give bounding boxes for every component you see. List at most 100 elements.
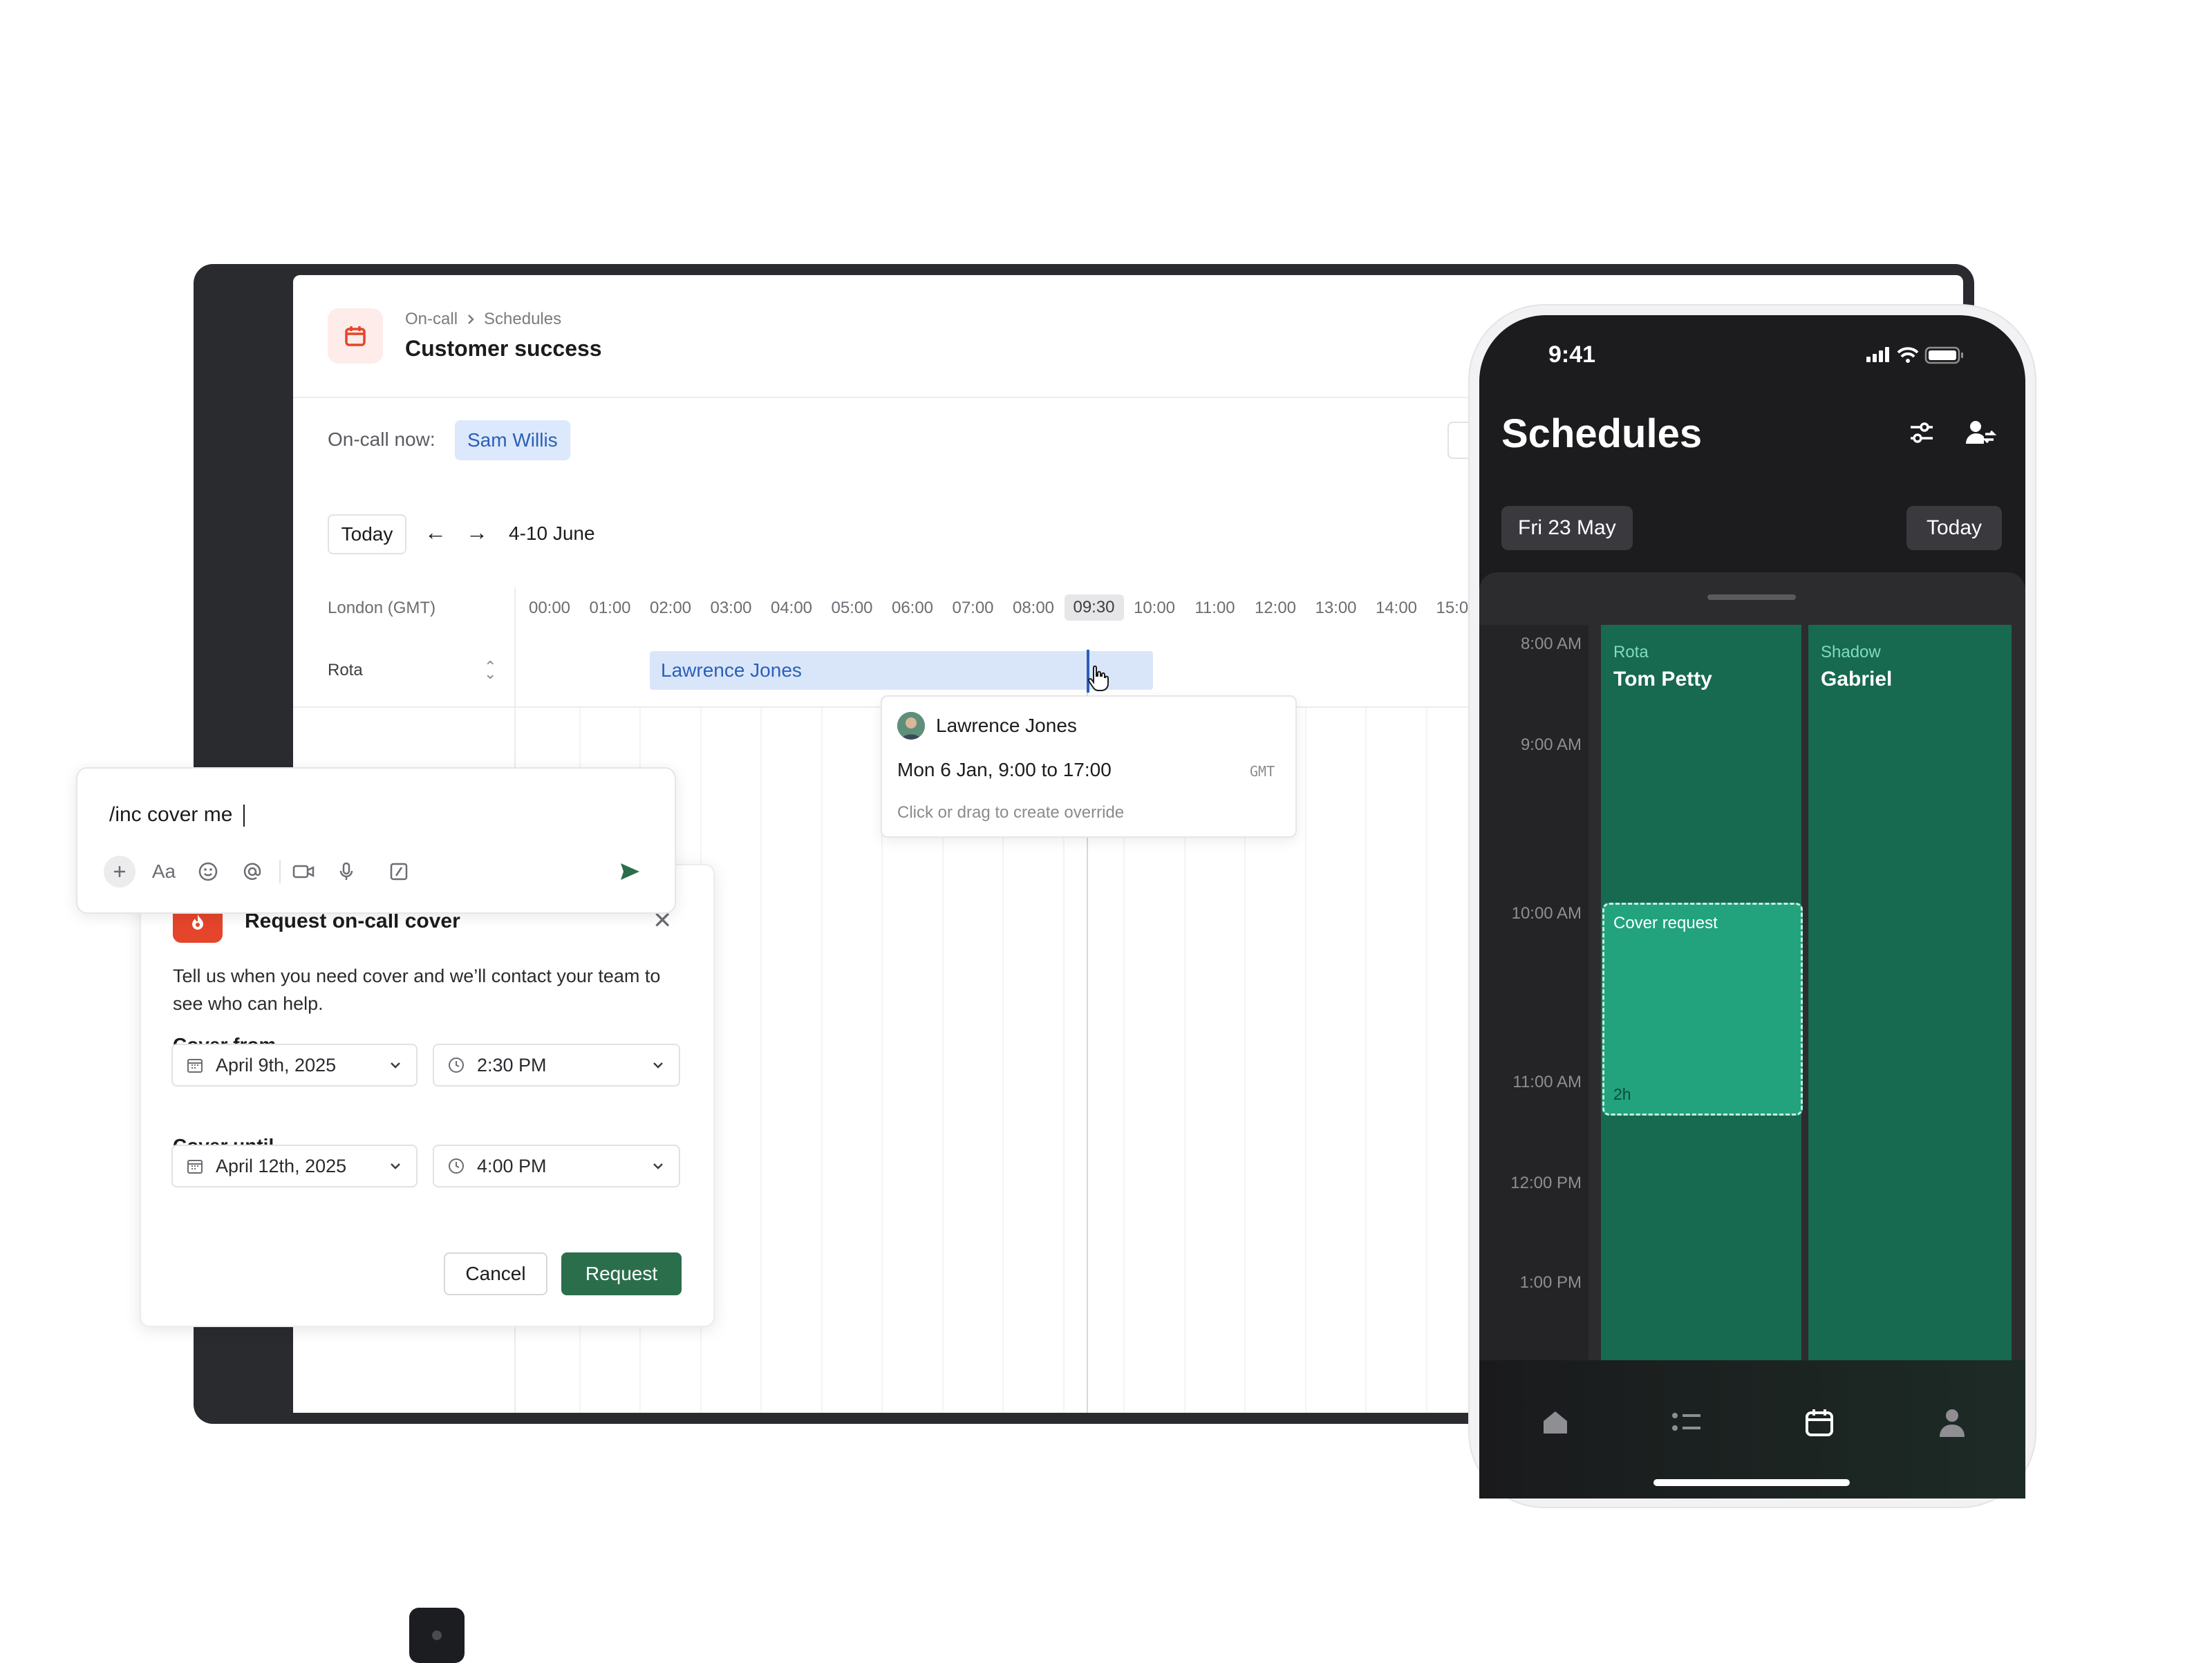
- video-icon[interactable]: [288, 856, 319, 887]
- tooltip-name: Lawrence Jones: [936, 715, 1077, 736]
- hour-label: 11:00 AM: [1512, 1073, 1582, 1091]
- timeline-hour-label: 06:00: [891, 599, 934, 617]
- shift-name: Lawrence Jones: [661, 659, 802, 681]
- cover-until-time-value: 4:00 PM: [477, 1155, 547, 1176]
- tooltip-timezone: GMT: [1250, 763, 1275, 780]
- chevron-down-icon: [391, 1163, 400, 1169]
- cover-request-title: Cover request: [1613, 914, 1718, 932]
- today-button[interactable]: Today: [328, 514, 406, 554]
- today-button[interactable]: Today: [1906, 506, 2002, 550]
- user-swap-icon[interactable]: [1965, 417, 1996, 448]
- format-icon[interactable]: Aa: [148, 856, 180, 887]
- hour-label: 12:00 PM: [1510, 1174, 1582, 1192]
- timeline-hour-label: 01:00: [589, 599, 631, 617]
- header-divider: [293, 397, 1482, 398]
- schedule-app-icon: [328, 308, 383, 364]
- on-call-label: On-call now:: [328, 429, 435, 450]
- hour-label: 1:00 PM: [1519, 1273, 1582, 1292]
- timeline-hour-label: 13:00: [1315, 599, 1357, 617]
- cover-from-time-select[interactable]: 2:30 PM: [433, 1044, 680, 1087]
- timeline-hour-label: 03:00: [710, 599, 752, 617]
- cover-request-block[interactable]: [1602, 903, 1803, 1116]
- home-indicator: [1653, 1479, 1850, 1486]
- timeline-hour-label: 02:00: [649, 599, 692, 617]
- request-button[interactable]: Request: [561, 1252, 682, 1295]
- rota-person-name: Tom Petty: [1613, 668, 1712, 690]
- shadow-role-label: Shadow: [1821, 643, 1881, 661]
- chevron-down-icon: [391, 1062, 400, 1069]
- hour-label: 10:00 AM: [1511, 904, 1582, 923]
- text-caret: [243, 805, 245, 827]
- composer-input[interactable]: /inc cover me: [109, 803, 232, 827]
- hour-label: 9:00 AM: [1520, 735, 1582, 754]
- cover-until-time-select[interactable]: 4:00 PM: [433, 1145, 680, 1187]
- rota-row-label: Rota: [328, 661, 363, 679]
- cover-from-date-select[interactable]: April 9th, 2025: [171, 1044, 418, 1087]
- calendar-icon: [345, 326, 366, 346]
- filter-icon[interactable]: [1906, 417, 1937, 448]
- timeline-hour-label: 10:00: [1133, 599, 1176, 617]
- cover-request-duration: 2h: [1613, 1085, 1631, 1103]
- shadow-shift-column[interactable]: [1808, 625, 2012, 1367]
- calendar-icon: [1806, 1409, 1833, 1436]
- on-call-person-chip[interactable]: Sam Willis: [455, 420, 570, 460]
- phone-page-title: Schedules: [1501, 411, 1703, 456]
- tab-profile[interactable]: [1933, 1403, 1971, 1442]
- timeline-hour-label: 11:00: [1194, 599, 1235, 617]
- signal-icon: [1866, 347, 1889, 362]
- list-icon: [1672, 1413, 1700, 1431]
- chevron-right-icon: [468, 314, 474, 324]
- hour-label: 8:00 AM: [1520, 635, 1582, 653]
- sort-icon[interactable]: ⌃ ⌄: [484, 658, 496, 682]
- breadcrumb-current[interactable]: Schedules: [484, 310, 561, 329]
- chevron-down-icon: [653, 1163, 663, 1169]
- date-picker-chip[interactable]: Fri 23 May: [1501, 506, 1633, 550]
- date-range-label: 4-10 June: [509, 523, 595, 544]
- profile-button[interactable]: [409, 1608, 465, 1663]
- wifi-icon: [1897, 347, 1919, 363]
- avatar: [432, 1631, 442, 1640]
- previous-week-button[interactable]: ←: [424, 520, 447, 545]
- page-title: Customer success: [405, 336, 602, 361]
- timeline-hour-label: 08:00: [1012, 599, 1055, 617]
- timeline-hour-label: 04:00: [770, 599, 813, 617]
- tab-home[interactable]: [1536, 1403, 1575, 1442]
- cancel-button[interactable]: Cancel: [444, 1252, 547, 1295]
- timeline-hour-label: 05:00: [831, 599, 873, 617]
- flame-icon: [192, 914, 203, 930]
- plus-icon[interactable]: [104, 856, 135, 887]
- next-week-button[interactable]: →: [466, 520, 488, 545]
- calendar-icon: [187, 1160, 203, 1174]
- profile-icon: [1940, 1409, 1965, 1437]
- message-composer[interactable]: [76, 767, 676, 914]
- pointer-cursor-icon: [1087, 665, 1110, 693]
- breadcrumb: On-call Schedules: [405, 310, 561, 329]
- timeline-hour-label: 09:30: [1064, 594, 1124, 621]
- breadcrumb-parent[interactable]: On-call: [405, 310, 458, 329]
- timeline-hour-label: 07:00: [952, 599, 994, 617]
- emoji-icon[interactable]: [192, 856, 224, 887]
- calendar-icon: [187, 1059, 203, 1073]
- modal-description: Tell us when you need cover and we’ll co…: [173, 966, 661, 1014]
- sheet-drag-handle[interactable]: [1707, 594, 1796, 600]
- cover-until-date-select[interactable]: April 12th, 2025: [171, 1145, 418, 1187]
- shortcut-icon[interactable]: [383, 856, 415, 887]
- tab-calendar[interactable]: [1800, 1403, 1839, 1442]
- cover-until-date-value: April 12th, 2025: [216, 1155, 347, 1176]
- avatar: [897, 712, 925, 740]
- tab-list[interactable]: [1667, 1403, 1706, 1442]
- mention-icon[interactable]: [236, 856, 268, 887]
- send-icon: [621, 863, 639, 880]
- battery-icon: [1924, 346, 1963, 364]
- shadow-person-name: Gabriel: [1821, 668, 1893, 690]
- grid-line: [1304, 708, 1306, 1413]
- timezone-label: London (GMT): [328, 599, 436, 617]
- send-button[interactable]: [614, 856, 646, 887]
- tooltip-hint: Click or drag to create override: [897, 803, 1125, 822]
- mic-icon[interactable]: [330, 856, 362, 887]
- clock-icon: [449, 1158, 464, 1174]
- chevron-down-icon: [653, 1062, 663, 1069]
- cover-from-date-value: April 9th, 2025: [216, 1054, 337, 1075]
- tooltip-time: Mon 6 Jan, 9:00 to 17:00: [897, 759, 1112, 780]
- grid-line: [1425, 708, 1427, 1413]
